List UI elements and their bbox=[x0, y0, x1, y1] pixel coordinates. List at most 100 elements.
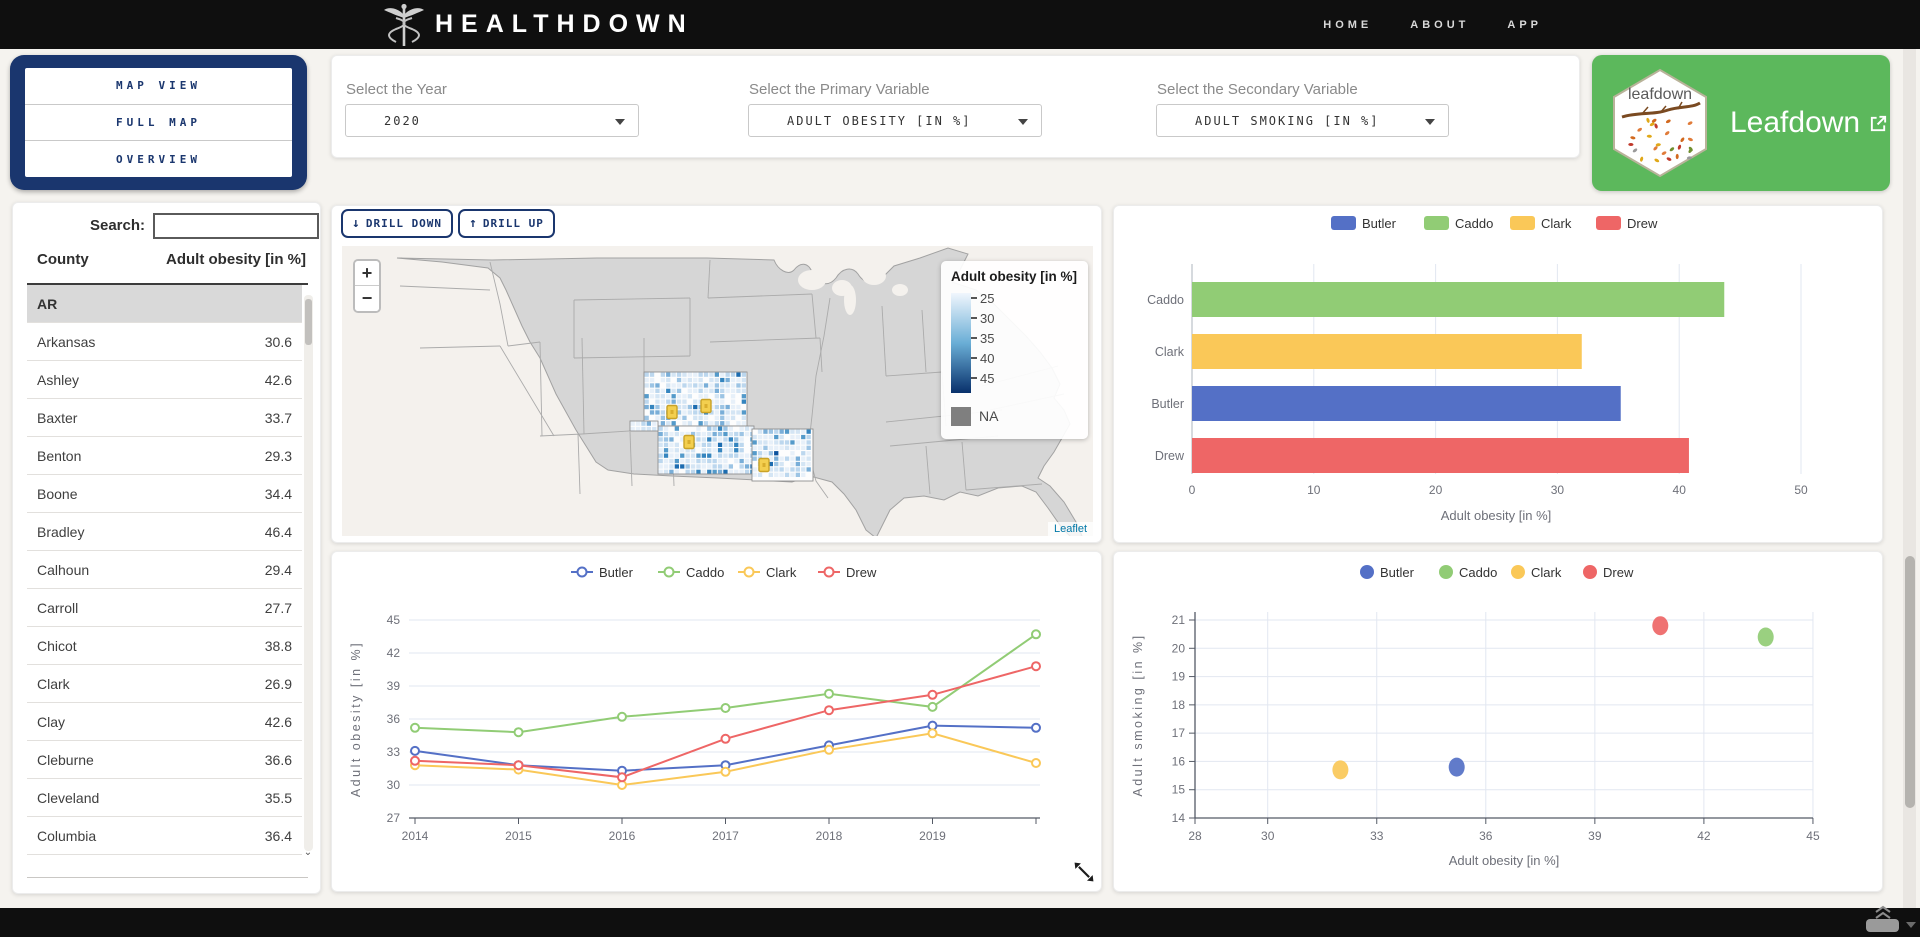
line-chart-card: 27303336394245201420152016201720182019Ad… bbox=[331, 551, 1102, 892]
svg-text:Drew: Drew bbox=[1603, 565, 1634, 580]
legend-item-clark[interactable]: Clark bbox=[1511, 565, 1562, 580]
county-table-body: AR Arkansas 30.6 Ashley42.6Baxter33.7Benton… bbox=[27, 285, 302, 855]
bar-butler bbox=[1192, 386, 1621, 421]
sidebar-item-map-view[interactable]: MAP VIEW bbox=[25, 68, 292, 105]
table-row[interactable]: Benton29.3 bbox=[27, 437, 302, 475]
secondary-variable-select[interactable]: ADULT SMOKING [IN %] bbox=[1156, 104, 1449, 137]
table-row[interactable]: Clay42.6 bbox=[27, 703, 302, 741]
scatter-plot-card: 283033363942451415161718192021Adult obes… bbox=[1113, 551, 1883, 892]
table-row[interactable]: Cleburne36.6 bbox=[27, 741, 302, 779]
scatter-plot[interactable]: 283033363942451415161718192021Adult obes… bbox=[1114, 552, 1882, 891]
page-scrollbar[interactable] bbox=[1903, 49, 1916, 908]
legend-item-butler[interactable]: Butler bbox=[1331, 216, 1397, 231]
legend-tick: 40 bbox=[971, 351, 994, 365]
svg-text:30: 30 bbox=[1551, 483, 1565, 497]
legend-item-caddo[interactable]: Caddo bbox=[1424, 216, 1493, 231]
legend-item-caddo[interactable]: Caddo bbox=[1439, 565, 1497, 580]
leafdown-logo-text: leafdown bbox=[1628, 86, 1692, 103]
leaflet-attribution[interactable]: Leaflet bbox=[1048, 522, 1093, 536]
nav-link-home[interactable]: HOME bbox=[1323, 19, 1372, 31]
county-value: 29.3 bbox=[265, 448, 292, 464]
svg-text:30: 30 bbox=[1261, 829, 1275, 843]
column-header-county[interactable]: County bbox=[37, 251, 89, 268]
svg-text:Butler: Butler bbox=[1362, 216, 1397, 231]
column-header-obesity[interactable]: Adult obesity [in %] bbox=[166, 251, 306, 268]
table-group-row[interactable]: AR bbox=[27, 285, 302, 323]
county-value: 30.6 bbox=[265, 334, 292, 350]
chevron-down-icon bbox=[1425, 119, 1435, 125]
scroll-top-button[interactable] bbox=[1866, 919, 1899, 932]
legend-item-caddo[interactable]: Caddo bbox=[658, 565, 724, 580]
table-row[interactable]: Carroll27.7 bbox=[27, 589, 302, 627]
table-row[interactable]: Chicot38.8 bbox=[27, 627, 302, 665]
table-row[interactable]: Bradley46.4 bbox=[27, 513, 302, 551]
map-card: ↓ DRILL DOWN ↑ DRILL UP + − Adult obesit… bbox=[331, 205, 1102, 543]
nav-link-about[interactable]: ABOUT bbox=[1410, 19, 1469, 31]
top-navbar: HEALTHDOWN HOME ABOUT APP bbox=[0, 0, 1920, 49]
drill-down-button[interactable]: ↓ DRILL DOWN bbox=[341, 209, 453, 238]
svg-text:42: 42 bbox=[387, 646, 401, 660]
svg-text:17: 17 bbox=[1172, 726, 1186, 740]
svg-text:2014: 2014 bbox=[402, 829, 429, 843]
county-name: Arkansas bbox=[37, 334, 95, 350]
table-scrollbar[interactable] bbox=[304, 295, 313, 851]
sidebar-nav: MAP VIEW FULL MAP OVERVIEW bbox=[10, 55, 307, 190]
filter-secondary-label: Select the Secondary Variable bbox=[1157, 81, 1358, 98]
sidebar-item-overview[interactable]: OVERVIEW bbox=[25, 141, 292, 177]
page-scrollbar-thumb[interactable] bbox=[1905, 556, 1915, 808]
filter-year-label: Select the Year bbox=[346, 81, 447, 98]
svg-text:30: 30 bbox=[387, 778, 401, 792]
legend-item-drew[interactable]: Drew bbox=[1596, 216, 1658, 231]
table-row[interactable]: Clark26.9 bbox=[27, 665, 302, 703]
table-row[interactable]: Boone34.4 bbox=[27, 475, 302, 513]
svg-text:36: 36 bbox=[387, 712, 401, 726]
table-row[interactable]: Calhoun29.4 bbox=[27, 551, 302, 589]
table-row[interactable]: Columbia36.4 bbox=[27, 817, 302, 855]
primary-variable-select[interactable]: ADULT OBESITY [IN %] bbox=[748, 104, 1042, 137]
drill-up-label: DRILL UP bbox=[483, 217, 544, 230]
nav-link-app[interactable]: APP bbox=[1507, 19, 1542, 31]
table-scroll-down-icon[interactable]: ⌄ bbox=[302, 847, 314, 858]
sidebar-item-full-map[interactable]: FULL MAP bbox=[25, 105, 292, 142]
external-link-icon bbox=[1869, 114, 1888, 133]
scroll-top-icon[interactable] bbox=[1872, 904, 1894, 920]
search-input[interactable] bbox=[153, 213, 319, 239]
legend-item-drew[interactable]: Drew bbox=[1583, 565, 1634, 580]
legend-item-clark[interactable]: Clark bbox=[1510, 216, 1572, 231]
county-name: Carroll bbox=[37, 600, 78, 616]
map-viewport[interactable]: + − Adult obesity [in %] 2530354045 NA L… bbox=[342, 246, 1093, 536]
arrow-down-icon: ↓ bbox=[352, 216, 361, 231]
svg-text:0: 0 bbox=[1189, 483, 1196, 497]
point-butler bbox=[1449, 758, 1465, 777]
leafdown-link-card[interactable]: leafdown Leafdown bbox=[1592, 55, 1890, 191]
legend-item-butler[interactable]: Butler bbox=[571, 565, 634, 580]
app-title: HEALTHDOWN bbox=[435, 10, 694, 39]
table-row[interactable]: Cleveland35.5 bbox=[27, 779, 302, 817]
drill-up-button[interactable]: ↑ DRILL UP bbox=[458, 209, 555, 238]
zoom-in-button[interactable]: + bbox=[355, 261, 379, 286]
table-row[interactable]: Ashley42.6 bbox=[27, 361, 302, 399]
line-chart[interactable]: 27303336394245201420152016201720182019Ad… bbox=[332, 552, 1101, 891]
svg-text:16: 16 bbox=[1172, 754, 1186, 768]
county-name: Cleveland bbox=[37, 790, 99, 806]
svg-text:Butler: Butler bbox=[1151, 397, 1184, 411]
legend-item-drew[interactable]: Drew bbox=[818, 565, 877, 580]
svg-text:27: 27 bbox=[387, 811, 401, 825]
svg-text:2016: 2016 bbox=[609, 829, 636, 843]
table-row[interactable]: Baxter33.7 bbox=[27, 399, 302, 437]
zoom-out-button[interactable]: − bbox=[355, 286, 379, 311]
search-label: Search: bbox=[13, 217, 145, 234]
bar-chart[interactable]: 01020304050Adult obesity [in %]CaddoClar… bbox=[1114, 206, 1882, 542]
svg-text:36: 36 bbox=[1479, 829, 1493, 843]
caduceus-icon bbox=[383, 2, 425, 48]
county-value: 33.7 bbox=[265, 410, 292, 426]
svg-text:Clark: Clark bbox=[1541, 216, 1572, 231]
legend-item-butler[interactable]: Butler bbox=[1360, 565, 1415, 580]
county-value: 26.9 bbox=[265, 676, 292, 692]
legend-tick: 45 bbox=[971, 371, 994, 385]
scroll-down-icon[interactable] bbox=[1906, 922, 1916, 928]
county-value: 38.8 bbox=[265, 638, 292, 654]
year-select[interactable]: 2020 bbox=[345, 104, 639, 137]
legend-item-clark[interactable]: Clark bbox=[738, 565, 797, 580]
table-row[interactable]: Arkansas 30.6 bbox=[27, 323, 302, 361]
